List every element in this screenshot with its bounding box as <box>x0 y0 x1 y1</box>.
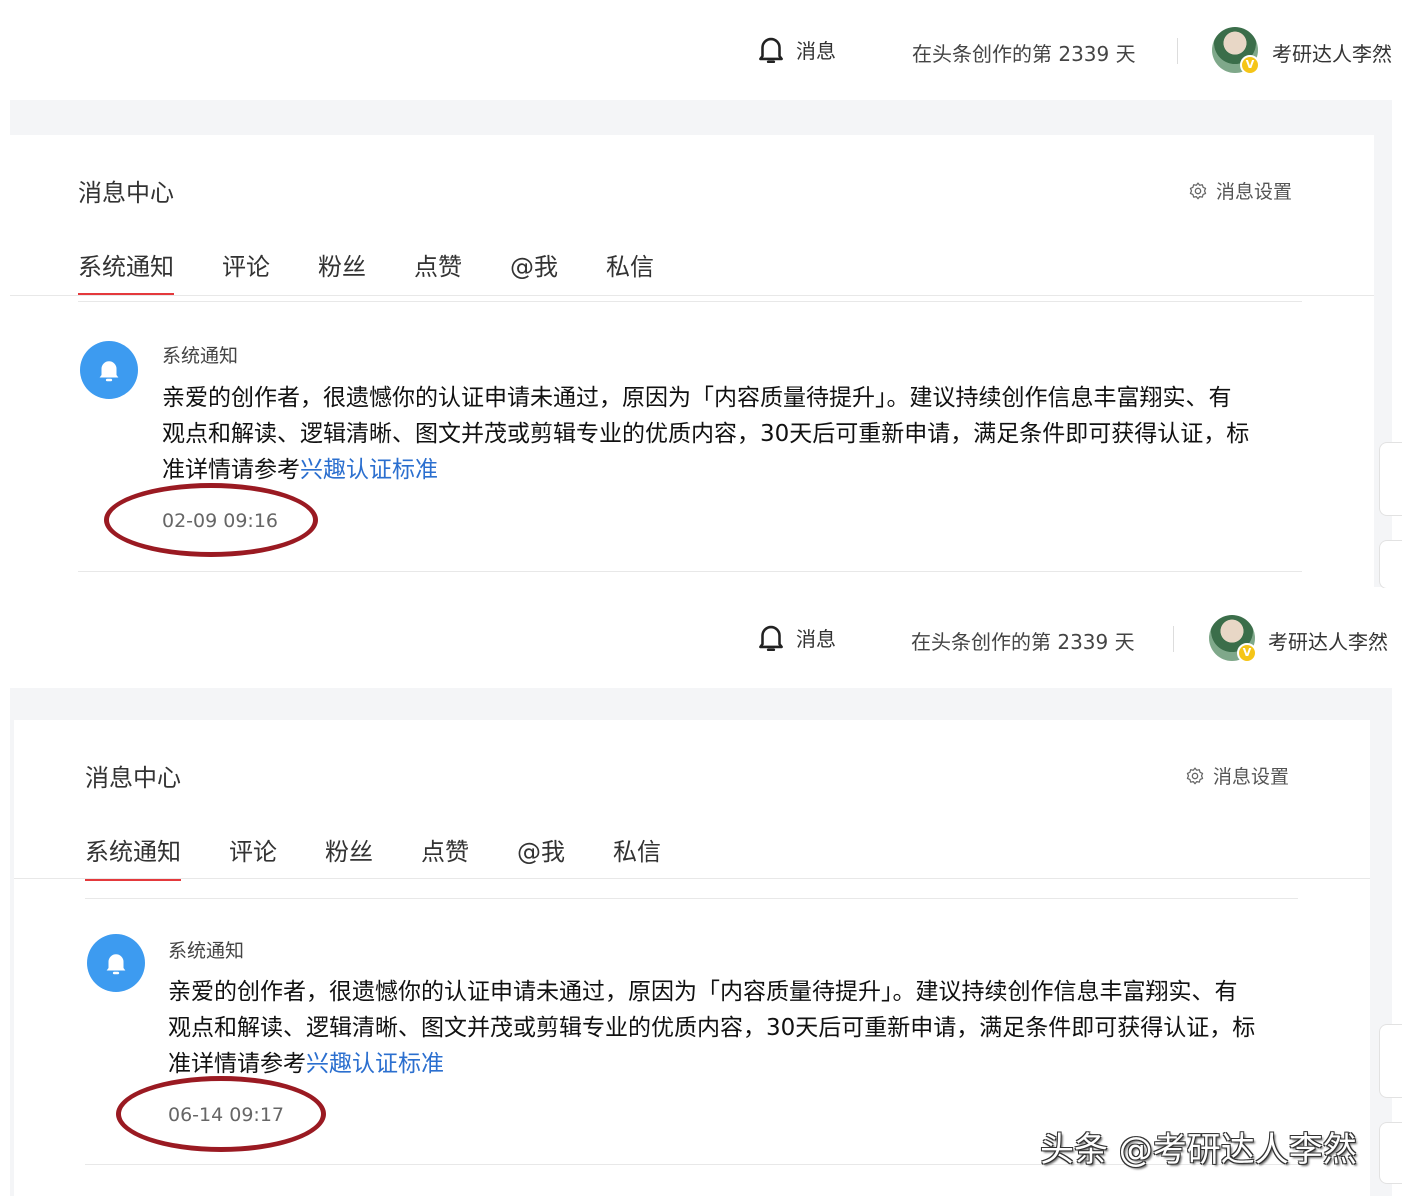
message-settings-button[interactable]: 消息设置 <box>1188 177 1292 204</box>
messages-button[interactable]: 消息 <box>754 620 836 654</box>
avatar[interactable]: V <box>1209 615 1257 663</box>
tab-system-notice[interactable]: 系统通知 <box>78 247 174 296</box>
message-center-card: 消息中心 消息设置 系统通知 评论 粉丝 点赞 @我 私信 系统通知 亲爱的创作… <box>10 135 1374 587</box>
notification-body-line-2: 观点和解读、逻辑清晰、图文并茂或剪辑专业的优质内容，30天后可重新申请，满足条件… <box>168 1015 1256 1041</box>
notification-title: 系统通知 <box>168 940 245 962</box>
notification-body-line-3-text: 准详情请参考 <box>168 1051 306 1077</box>
side-float-button[interactable] <box>1379 540 1402 589</box>
avatar[interactable]: V <box>1212 27 1260 75</box>
username[interactable]: 考研达人李然 <box>1268 626 1388 655</box>
notification-avatar <box>87 934 145 992</box>
interest-certification-link[interactable]: 兴趣认证标准 <box>306 1051 444 1077</box>
notification-body-line-3: 准详情请参考兴趣认证标准 <box>162 452 1249 488</box>
message-settings-button[interactable]: 消息设置 <box>1185 762 1289 789</box>
verified-badge-icon: V <box>1240 55 1260 75</box>
creation-days-text: 在头条创作的第 2339 天 <box>911 630 1135 654</box>
bell-icon <box>759 37 783 64</box>
notification-title: 系统通知 <box>162 345 239 367</box>
tab-divider <box>10 295 1374 296</box>
tab-mentions[interactable]: @我 <box>517 832 565 881</box>
screenshot-panel-2: 消息 在头条创作的第 2339 天 V 考研达人李然 消息中心 消息设置 系统通… <box>0 588 1402 1196</box>
watermark: 头条 @考研达人李然 <box>1040 1130 1357 1170</box>
notification-body-line-3: 准详情请参考兴趣认证标准 <box>168 1046 1255 1082</box>
annotation-circle <box>116 1076 326 1152</box>
message-settings-label: 消息设置 <box>1213 766 1290 788</box>
gear-icon <box>1189 181 1207 199</box>
interest-certification-link[interactable]: 兴趣认证标准 <box>300 457 438 483</box>
tab-likes[interactable]: 点赞 <box>414 247 462 296</box>
notification-avatar <box>80 341 138 399</box>
messages-label: 消息 <box>796 626 836 651</box>
header-divider <box>1177 38 1178 64</box>
tab-fans[interactable]: 粉丝 <box>325 832 373 881</box>
tab-divider <box>14 878 1370 879</box>
bell-icon <box>106 954 126 975</box>
header-divider <box>1173 626 1174 652</box>
side-float-button[interactable] <box>1379 442 1402 516</box>
notification-body-line-3-text: 准详情请参考 <box>162 457 300 483</box>
tab-mentions[interactable]: @我 <box>510 247 558 296</box>
annotation-circle <box>104 483 318 557</box>
notification-body: 亲爱的创作者，很遗憾你的认证申请未通过，原因为「内容质量待提升」。建议持续创作信… <box>168 974 1255 1082</box>
notification-body-line-1: 亲爱的创作者，很遗憾你的认证申请未通过，原因为「内容质量待提升」。建议持续创作信… <box>168 979 1238 1005</box>
bell-icon <box>99 361 119 382</box>
verified-badge-icon: V <box>1237 643 1257 663</box>
tab-bar: 系统通知 评论 粉丝 点赞 @我 私信 <box>78 247 702 296</box>
creation-days-text: 在头条创作的第 2339 天 <box>912 42 1136 66</box>
side-float-button[interactable] <box>1379 1024 1402 1098</box>
tab-comments[interactable]: 评论 <box>229 832 277 881</box>
username[interactable]: 考研达人李然 <box>1272 38 1392 67</box>
list-divider <box>85 898 1298 899</box>
top-header: 消息 在头条创作的第 2339 天 V 考研达人李然 <box>0 0 1402 100</box>
notification-body-line-1: 亲爱的创作者，很遗憾你的认证申请未通过，原因为「内容质量待提升」。建议持续创作信… <box>162 385 1232 411</box>
page-title: 消息中心 <box>85 764 181 792</box>
page-title: 消息中心 <box>78 179 174 207</box>
tab-bar: 系统通知 评论 粉丝 点赞 @我 私信 <box>85 832 709 881</box>
tab-fans[interactable]: 粉丝 <box>318 247 366 296</box>
screenshot-panel-1: 消息 在头条创作的第 2339 天 V 考研达人李然 消息中心 消息设置 系统通… <box>0 0 1402 589</box>
top-header: 消息 在头条创作的第 2339 天 V 考研达人李然 <box>0 588 1402 688</box>
notification-body-line-2: 观点和解读、逻辑清晰、图文并茂或剪辑专业的优质内容，30天后可重新申请，满足条件… <box>162 421 1250 447</box>
tab-system-notice[interactable]: 系统通知 <box>85 832 181 881</box>
message-settings-label: 消息设置 <box>1216 181 1293 203</box>
gear-icon <box>1186 766 1204 784</box>
tab-private-messages[interactable]: 私信 <box>606 247 654 296</box>
tab-private-messages[interactable]: 私信 <box>613 832 661 881</box>
messages-label: 消息 <box>796 38 836 63</box>
tab-likes[interactable]: 点赞 <box>421 832 469 881</box>
side-float-button[interactable] <box>1379 1122 1402 1184</box>
list-item-divider <box>78 571 1302 572</box>
notification-body: 亲爱的创作者，很遗憾你的认证申请未通过，原因为「内容质量待提升」。建议持续创作信… <box>162 380 1249 488</box>
bell-icon <box>759 625 783 652</box>
tab-comments[interactable]: 评论 <box>222 247 270 296</box>
list-divider <box>78 301 1302 302</box>
messages-button[interactable]: 消息 <box>754 32 836 66</box>
